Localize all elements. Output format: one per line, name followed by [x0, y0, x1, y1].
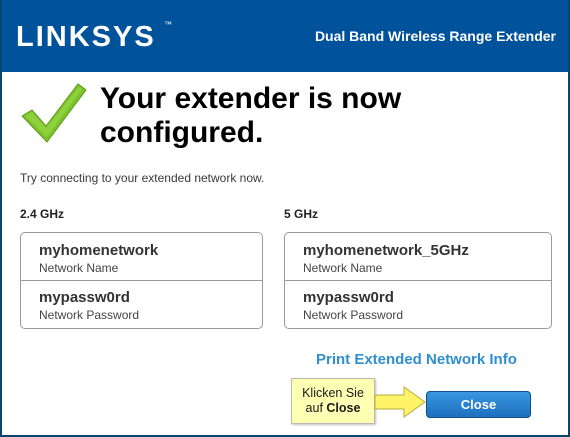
print-network-info-link[interactable]: Print Extended Network Info	[316, 351, 517, 368]
header-bar: LINKSYS ™ Dual Band Wireless Range Exten…	[2, 0, 568, 72]
card-divider	[21, 280, 262, 281]
card-divider	[285, 280, 551, 281]
pointer-arrow-icon	[374, 386, 426, 418]
extender-setup-window: LINKSYS ™ Dual Band Wireless Range Exten…	[0, 0, 570, 437]
linksys-logo: LINKSYS	[16, 21, 156, 53]
band-label-5ghz: 5 GHz	[284, 207, 319, 221]
close-button[interactable]: Close	[426, 391, 531, 418]
tooltip-line-2-prefix: auf	[305, 401, 327, 415]
network-name-label: Network Name	[39, 261, 119, 275]
checkmark-icon	[21, 83, 87, 143]
hint-tooltip: Klicken Sie auf Close	[291, 378, 375, 424]
network-name-value: myhomenetwork_5GHz	[303, 242, 469, 259]
page-title: Your extender is now configured.	[100, 82, 402, 149]
network-card-2-4ghz: myhomenetwork Network Name mypassw0rd Ne…	[20, 232, 263, 329]
tooltip-line-2-bold: Close	[326, 401, 361, 415]
network-password-value: mypassw0rd	[303, 289, 394, 306]
band-label-2-4ghz: 2.4 GHz	[20, 207, 65, 221]
trademark-mark: ™	[164, 20, 172, 29]
network-password-value: mypassw0rd	[39, 289, 130, 306]
network-password-label: Network Password	[303, 308, 404, 322]
network-password-label: Network Password	[39, 308, 140, 322]
network-name-label: Network Name	[303, 261, 383, 275]
network-name-value: myhomenetwork	[39, 242, 159, 259]
tooltip-line-1: Klicken Sie	[302, 386, 364, 400]
network-card-5ghz: myhomenetwork_5GHz Network Name mypassw0…	[284, 232, 552, 329]
instruction-text: Try connecting to your extended network …	[20, 171, 265, 185]
product-name: Dual Band Wireless Range Extender	[314, 28, 556, 44]
